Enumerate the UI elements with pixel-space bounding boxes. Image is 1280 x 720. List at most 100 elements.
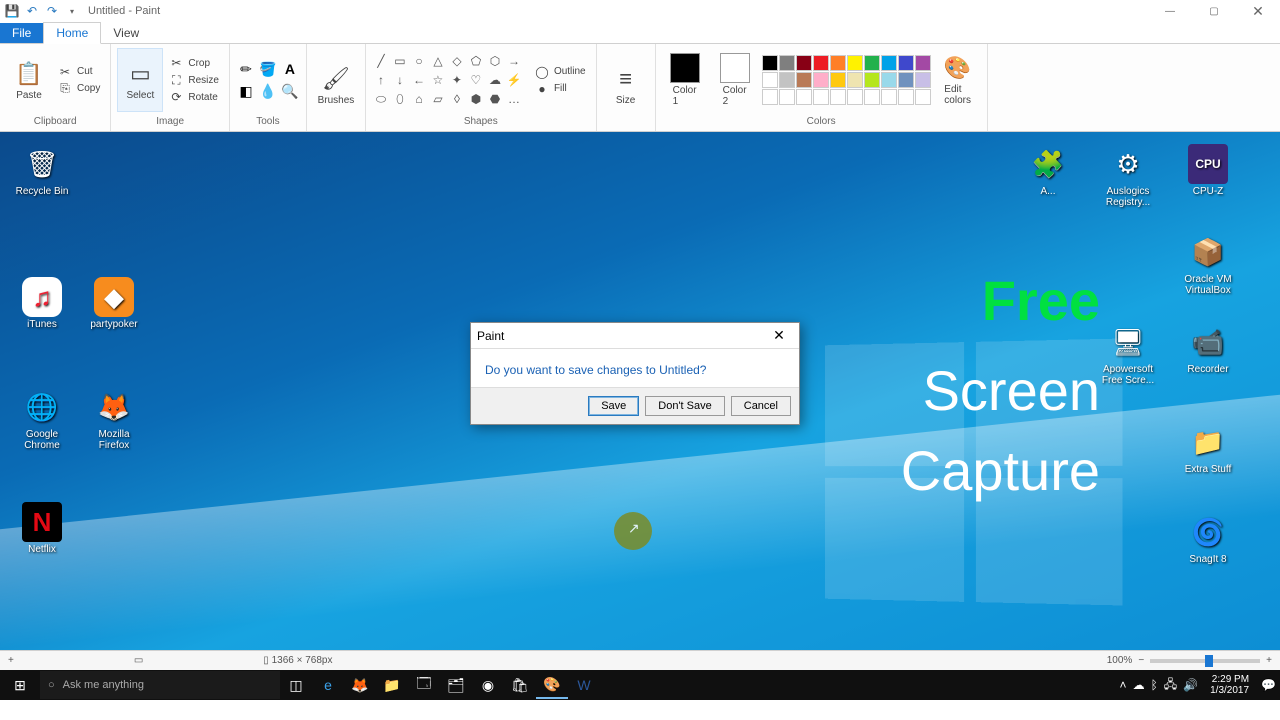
taskbar-search[interactable]: ○Ask me anything	[40, 671, 280, 699]
tab-home[interactable]: Home	[43, 22, 101, 44]
palette-color[interactable]	[881, 55, 897, 71]
tray-onedrive-icon[interactable]: ☁	[1133, 678, 1145, 692]
tab-file[interactable]: File	[0, 23, 43, 43]
palette-color[interactable]	[847, 89, 863, 105]
desktop-icon-virtualbox[interactable]: 📦Oracle VM VirtualBox	[1176, 232, 1240, 296]
palette-color[interactable]	[898, 72, 914, 88]
taskbar-store[interactable]: 🛍	[504, 671, 536, 699]
taskbar-word[interactable]: W	[568, 671, 600, 699]
zoom-slider[interactable]	[1150, 659, 1260, 663]
text-tool[interactable]: A	[280, 59, 300, 79]
palette-color[interactable]	[796, 55, 812, 71]
palette-color[interactable]	[864, 89, 880, 105]
palette-color[interactable]	[830, 72, 846, 88]
palette-color[interactable]	[864, 72, 880, 88]
palette-color[interactable]	[813, 72, 829, 88]
copy-button[interactable]: ⎘Copy	[56, 81, 104, 97]
cut-button[interactable]: ✂Cut	[56, 64, 104, 80]
desktop-icon-itunes[interactable]: ♫iTunes	[10, 277, 74, 330]
rotate-button[interactable]: ⟳Rotate	[167, 89, 223, 105]
desktop-icon-chrome[interactable]: 🌐Google Chrome	[10, 387, 74, 451]
taskbar-clock[interactable]: 2:29 PM1/3/2017	[1204, 674, 1255, 696]
taskbar-ie[interactable]: e	[312, 671, 344, 699]
tray-expand-icon[interactable]: ˄	[1120, 678, 1127, 692]
desktop-icon-partypoker[interactable]: ◆partypoker	[82, 277, 146, 330]
dialog-cancel-button[interactable]: Cancel	[731, 396, 791, 416]
desktop-icon-extra-stuff[interactable]: 📁Extra Stuff	[1176, 422, 1240, 475]
tray-notifications-icon[interactable]: 💬	[1261, 678, 1276, 692]
size-button[interactable]: ≡Size	[603, 54, 649, 118]
redo-icon[interactable]: ↷	[44, 3, 60, 19]
taskbar-explorer[interactable]: 📁	[376, 671, 408, 699]
undo-icon[interactable]: ↶	[24, 3, 40, 19]
palette-color[interactable]	[898, 55, 914, 71]
desktop-icon-recycle-bin[interactable]: 🗑Recycle Bin	[10, 144, 74, 197]
select-button[interactable]: ▭Select	[117, 48, 163, 112]
desktop-icon-apowersoft[interactable]: 🖥Apowersoft Free Scre...	[1096, 322, 1160, 386]
picker-tool[interactable]: 💧	[258, 81, 278, 101]
eraser-tool[interactable]: ◧	[236, 81, 256, 101]
taskbar-app2[interactable]: 🗂	[440, 671, 472, 699]
dialog-close-button[interactable]: ✕	[765, 327, 793, 344]
magnifier-tool[interactable]: 🔍	[280, 81, 300, 101]
resize-button[interactable]: ⛶Resize	[167, 72, 223, 88]
desktop-icon-recorder[interactable]: 📹Recorder	[1176, 322, 1240, 375]
palette-color[interactable]	[881, 89, 897, 105]
palette-color[interactable]	[779, 72, 795, 88]
taskbar-firefox[interactable]: 🦊	[344, 671, 376, 699]
minimize-button[interactable]: —	[1148, 0, 1192, 22]
start-button[interactable]: ⊞	[0, 677, 40, 694]
desktop-icon-snagit[interactable]: 🌀SnagIt 8	[1176, 512, 1240, 565]
tray-bluetooth-icon[interactable]: ᛒ	[1151, 678, 1158, 692]
palette-color[interactable]	[796, 72, 812, 88]
palette-color[interactable]	[915, 89, 931, 105]
palette-color[interactable]	[898, 89, 914, 105]
desktop-icon-firefox[interactable]: 🦊Mozilla Firefox	[82, 387, 146, 451]
palette-color[interactable]	[881, 72, 897, 88]
palette-color[interactable]	[813, 55, 829, 71]
color-palette[interactable]	[762, 55, 931, 105]
color2-button[interactable]: Color 2	[712, 48, 758, 112]
palette-color[interactable]	[830, 89, 846, 105]
brushes-button[interactable]: 🖌Brushes	[313, 54, 359, 118]
palette-color[interactable]	[813, 89, 829, 105]
palette-color[interactable]	[762, 89, 778, 105]
dialog-save-button[interactable]: Save	[588, 396, 639, 416]
palette-color[interactable]	[847, 72, 863, 88]
palette-color[interactable]	[847, 55, 863, 71]
pencil-tool[interactable]: ✏	[236, 59, 256, 79]
close-button[interactable]: ✕	[1236, 0, 1280, 22]
fill-tool[interactable]: 🪣	[258, 59, 278, 79]
palette-color[interactable]	[779, 89, 795, 105]
palette-color[interactable]	[762, 55, 778, 71]
palette-color[interactable]	[915, 72, 931, 88]
shape-outline-button[interactable]: ◯Outline	[533, 64, 590, 80]
paste-button[interactable]: 📋Paste	[6, 48, 52, 112]
desktop-icon-unknown[interactable]: 🧩A...	[1016, 144, 1080, 197]
qat-dropdown-icon[interactable]: ▾	[64, 3, 80, 19]
edit-colors-button[interactable]: 🎨Edit colors	[935, 48, 981, 112]
canvas-area[interactable]: 🗑Recycle Bin ♫iTunes ◆partypoker 🌐Google…	[0, 132, 1280, 650]
desktop-icon-auslogics[interactable]: ⚙Auslogics Registry...	[1096, 144, 1160, 208]
palette-color[interactable]	[915, 55, 931, 71]
tray-network-icon[interactable]: 🖧	[1164, 675, 1177, 696]
palette-color[interactable]	[762, 72, 778, 88]
shapes-gallery[interactable]: ╱▭○△◇⬠⬡→ ↑↓←☆✦♡☁⚡ ⬭⬯⌂▱◊⬢⬣…	[372, 52, 523, 108]
dialog-dont-save-button[interactable]: Don't Save	[645, 396, 724, 416]
shape-fill-button[interactable]: ●Fill	[533, 81, 590, 97]
tab-view[interactable]: View	[101, 23, 151, 43]
palette-color[interactable]	[779, 55, 795, 71]
taskbar-steam[interactable]: ◉	[472, 671, 504, 699]
save-icon[interactable]: 💾	[4, 3, 20, 19]
palette-color[interactable]	[864, 55, 880, 71]
taskbar-paint[interactable]: 🎨	[536, 671, 568, 699]
palette-color[interactable]	[830, 55, 846, 71]
maximize-button[interactable]: ▢	[1192, 0, 1236, 22]
crop-button[interactable]: ✂Crop	[167, 55, 223, 71]
tray-volume-icon[interactable]: 🔊	[1183, 678, 1198, 692]
task-view-button[interactable]: ◫	[280, 671, 312, 699]
zoom-out-button[interactable]: −	[1138, 655, 1144, 666]
color1-button[interactable]: Color 1	[662, 48, 708, 112]
palette-color[interactable]	[796, 89, 812, 105]
desktop-icon-cpuz[interactable]: CPUCPU-Z	[1176, 144, 1240, 197]
